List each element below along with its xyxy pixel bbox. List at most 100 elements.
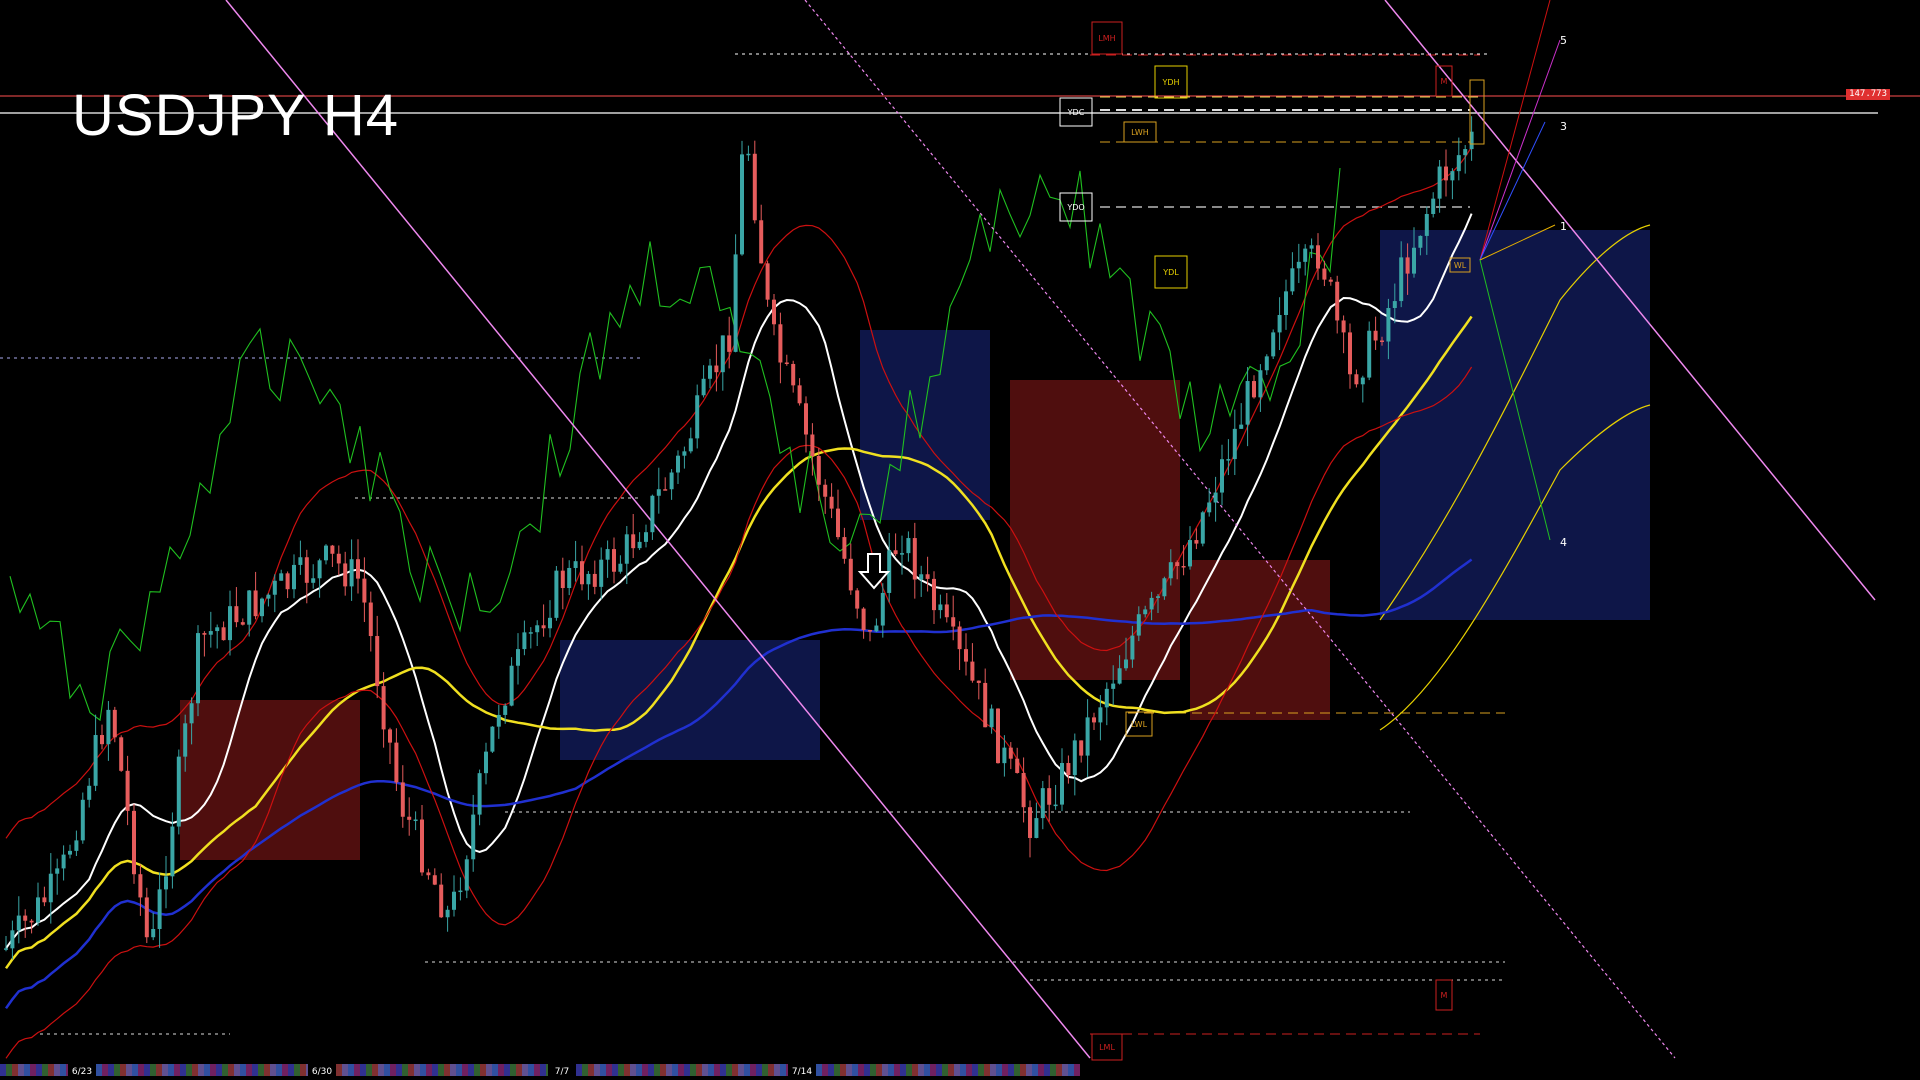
session-bar-segment	[534, 1064, 540, 1076]
projection-line	[1479, 39, 1561, 261]
candle	[112, 709, 117, 738]
candle	[349, 559, 354, 587]
session-bar-segment	[936, 1064, 942, 1076]
session-bar-segment	[360, 1064, 366, 1076]
session-bar-segment	[378, 1064, 384, 1076]
session-bar-segment	[180, 1064, 186, 1076]
price-chart[interactable]: LMH YDH YDC LWH YDO YDL LWL LML M M WL 5 3 1 4 6/23 6/30…	[0, 0, 1920, 1080]
ml-label: M	[1441, 991, 1448, 1000]
candle	[138, 874, 143, 898]
ydl-label: YDL	[1162, 268, 1179, 277]
session-bar-segment	[96, 1064, 102, 1076]
session-bar-segment	[168, 1064, 174, 1076]
candle	[1181, 566, 1186, 568]
candle	[663, 489, 668, 491]
session-bar-segment	[342, 1064, 348, 1076]
candle	[720, 335, 725, 373]
candle	[804, 403, 808, 435]
session-bar-segment	[444, 1064, 450, 1076]
candle	[669, 472, 674, 490]
candle	[765, 263, 770, 300]
candle	[938, 604, 943, 611]
candle	[10, 930, 15, 949]
session-bar-segment	[390, 1064, 396, 1076]
candle	[119, 737, 124, 771]
session-bar-segment	[1074, 1064, 1080, 1076]
candle	[4, 948, 8, 950]
session-bar-segment	[516, 1064, 522, 1076]
session-bar-segment	[870, 1064, 876, 1076]
session-bar-segment	[366, 1064, 372, 1076]
session-bar-segment	[348, 1064, 354, 1076]
candle	[381, 686, 386, 730]
session-bar-segment	[864, 1064, 870, 1076]
candle	[240, 622, 245, 625]
mh-label: M	[1441, 77, 1448, 86]
candle	[93, 735, 98, 786]
session-bar-segment	[468, 1064, 474, 1076]
lwl-label: LWL	[1131, 720, 1148, 729]
session-bar-segment	[276, 1064, 282, 1076]
candle	[855, 590, 860, 609]
candle	[900, 553, 904, 555]
session-bar-segment	[174, 1064, 180, 1076]
candle	[733, 254, 738, 352]
candle	[836, 508, 840, 538]
candle	[208, 631, 213, 635]
candle	[1463, 149, 1468, 156]
candle	[496, 714, 501, 727]
candle	[1284, 291, 1288, 316]
session-bar-segment	[294, 1064, 300, 1076]
session-bar-segment	[1068, 1064, 1074, 1076]
candle	[970, 661, 975, 681]
candle	[1028, 807, 1032, 838]
candle	[426, 872, 431, 876]
session-bar-segment	[258, 1064, 264, 1076]
session-bar-segment	[138, 1064, 144, 1076]
session-bar-segment	[462, 1064, 468, 1076]
session-bar-segment	[384, 1064, 390, 1076]
candle	[1008, 747, 1013, 759]
session-bar-segment	[888, 1064, 894, 1076]
candle	[714, 365, 719, 373]
lml-label: LML	[1099, 1043, 1115, 1052]
date-label: 7/7	[555, 1067, 569, 1077]
candle	[1085, 717, 1090, 756]
candle	[1335, 281, 1340, 321]
candle	[1367, 330, 1372, 378]
session-bar-segment	[438, 1064, 444, 1076]
candle	[1386, 307, 1391, 342]
candle	[1194, 540, 1199, 544]
session-bar-segment	[756, 1064, 762, 1076]
candle	[778, 324, 783, 363]
candle	[688, 438, 693, 452]
session-bar-segment	[426, 1064, 432, 1076]
candle	[324, 545, 328, 561]
candle	[420, 819, 424, 873]
candle	[823, 484, 828, 497]
session-bar-segment	[204, 1064, 210, 1076]
session-bar-segment	[642, 1064, 648, 1076]
session-bar-segment	[696, 1064, 702, 1076]
candle	[458, 890, 463, 893]
candle	[848, 558, 853, 591]
session-bar-segment	[780, 1064, 786, 1076]
session-bar-segment	[840, 1064, 846, 1076]
candle	[637, 541, 642, 549]
session-bar-segment	[630, 1064, 636, 1076]
session-bar-segment	[336, 1064, 342, 1076]
session-bar-segment	[834, 1064, 840, 1076]
session-bar-segment	[108, 1064, 114, 1076]
session-bar-segment	[372, 1064, 378, 1076]
session-bar-segment	[762, 1064, 768, 1076]
candle	[432, 875, 437, 885]
candle	[439, 884, 444, 918]
session-bar-segment	[246, 1064, 252, 1076]
session-bar-segment	[624, 1064, 630, 1076]
session-bar-segment	[114, 1064, 120, 1076]
candle	[1143, 609, 1148, 615]
session-bar-segment	[846, 1064, 852, 1076]
session-bar-segment	[654, 1064, 660, 1076]
candle	[989, 708, 994, 728]
session-bar-segment	[882, 1064, 888, 1076]
